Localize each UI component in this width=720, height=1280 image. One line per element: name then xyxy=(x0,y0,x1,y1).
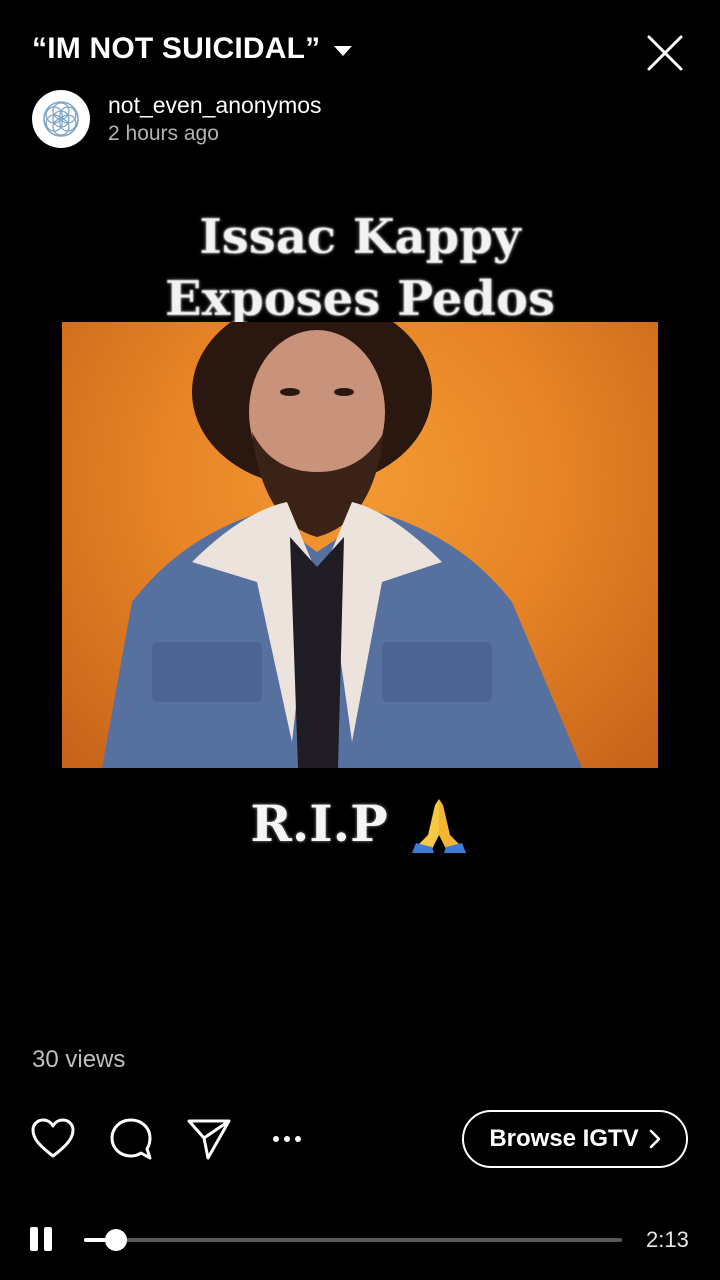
progress-scrubber[interactable] xyxy=(105,1229,128,1251)
chevron-right-icon xyxy=(649,1129,660,1149)
caret-down-icon xyxy=(334,46,353,56)
video-headline: Issac Kappy Exposes Pedos xyxy=(0,206,720,330)
action-bar xyxy=(30,1116,310,1162)
more-dots-icon[interactable] xyxy=(264,1116,310,1162)
comment-icon[interactable] xyxy=(108,1116,154,1162)
player-controls: 2:13 xyxy=(30,1220,700,1260)
video-frame[interactable] xyxy=(62,322,658,768)
rip-text: R.I.P xyxy=(250,794,388,853)
video-title: “IM NOT SUICIDAL” xyxy=(32,32,321,65)
headline-line-1: Issac Kappy xyxy=(199,209,521,265)
avatar[interactable] xyxy=(32,90,90,148)
heart-icon[interactable] xyxy=(30,1116,76,1162)
view-count: 30 views xyxy=(32,1046,126,1073)
headline-line-2: Exposes Pedos xyxy=(164,271,556,327)
browse-igtv-label: Browse IGTV xyxy=(489,1125,639,1152)
video-caption: R.I.P xyxy=(0,794,720,853)
author-row: not_even_anonymos 2 hours ago xyxy=(32,90,322,148)
author-username[interactable]: not_even_anonymos xyxy=(108,92,322,120)
flower-of-life-icon xyxy=(43,101,79,137)
igtv-viewer: “IM NOT SUICIDAL” not_even_anonymos 2 ho… xyxy=(0,0,720,1280)
browse-igtv-button[interactable]: Browse IGTV xyxy=(462,1110,688,1168)
title-dropdown[interactable]: “IM NOT SUICIDAL” xyxy=(32,32,353,66)
pause-icon[interactable] xyxy=(30,1227,54,1253)
progress-track[interactable] xyxy=(84,1229,622,1251)
close-icon[interactable] xyxy=(646,34,684,72)
paper-plane-icon[interactable] xyxy=(186,1116,232,1162)
folded-hands-icon xyxy=(411,798,466,853)
video-portrait-image xyxy=(102,322,582,768)
video-duration: 2:13 xyxy=(646,1227,689,1252)
post-timestamp: 2 hours ago xyxy=(108,122,219,146)
